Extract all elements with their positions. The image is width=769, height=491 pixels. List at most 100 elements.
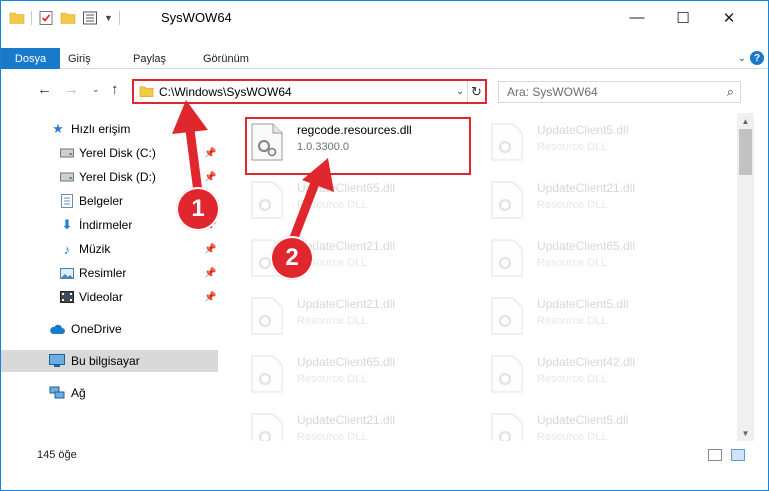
file-name: UpdateClient42.dll [537,355,636,369]
file-item[interactable]: UpdateClient21.dll Resource DLL [245,291,475,341]
close-button[interactable]: ✕ [706,1,752,34]
sidebar-item-label: Ağ [71,386,86,400]
pin-icon: 📌 [204,147,217,159]
file-item[interactable]: UpdateClient5.dll Resource DLL [485,407,715,441]
recent-locations-chevron-icon[interactable]: ⌄ [92,84,100,95]
tab-view[interactable]: Görünüm [203,48,249,69]
video-icon [59,289,75,305]
scroll-up-arrow-icon[interactable]: ▲ [737,113,754,129]
dll-file-icon [491,181,523,219]
file-type: Resource DLL [537,257,608,269]
sidebar-item-quick-access[interactable]: ★ Hızlı erişim [1,118,218,140]
address-path[interactable]: C:\Windows\SysWOW64 [159,85,292,99]
file-type: Resource DLL [537,431,608,441]
forward-arrow-icon[interactable]: → [64,81,79,98]
up-arrow-icon[interactable]: ↑ [111,81,119,98]
refresh-icon[interactable]: ↻ [467,81,485,102]
pin-icon: 📌 [204,171,217,183]
dll-file-icon [251,297,283,335]
sidebar-item-local-disk-d[interactable]: Yerel Disk (D:) 📌 [1,166,218,188]
vertical-scrollbar[interactable]: ▲ ▼ [737,113,754,441]
file-name: UpdateClient65.dll [297,355,396,369]
star-icon: ★ [52,121,64,136]
search-icon[interactable]: ⌕ [727,84,734,100]
tab-home[interactable]: Giriş [68,48,91,69]
sidebar-item-local-disk-c[interactable]: Yerel Disk (C:) 📌 [1,142,218,164]
toolbar-chevron-down-icon[interactable]: ▼ [104,13,113,23]
properties-icon[interactable] [38,10,54,26]
help-icon[interactable]: ? [750,51,764,65]
quick-access-toolbar: ▼ [9,9,120,27]
pin-icon: 📌 [204,243,217,255]
download-icon: ⬇ [61,217,73,232]
file-name: UpdateClient21.dll [297,413,396,427]
sidebar-item-this-pc[interactable]: Bu bilgisayar [1,350,218,372]
search-input[interactable] [507,85,707,99]
file-item[interactable]: UpdateClient65.dll Resource DLL [485,233,715,283]
pictures-icon [59,265,75,281]
file-name: UpdateClient65.dll [297,181,396,195]
network-icon [49,385,65,401]
expand-ribbon-chevron-icon[interactable]: ⌄ [738,53,746,64]
new-folder-icon[interactable] [60,10,76,26]
file-item[interactable]: UpdateClient42.dll Resource DLL [485,349,715,399]
cloud-icon [49,321,65,337]
scroll-down-arrow-icon[interactable]: ▼ [737,425,754,441]
file-type: Resource DLL [537,315,608,327]
dll-file-icon [491,297,523,335]
documents-icon [59,193,75,209]
scrollbar-thumb[interactable] [739,129,752,175]
search-box[interactable]: ⌕ [498,81,741,103]
toolbar-separator-2 [118,11,120,25]
file-item[interactable]: UpdateClient5.dll Resource DLL [485,291,715,341]
sidebar-item-music[interactable]: ♪ Müzik 📌 [1,238,218,260]
address-dropdown-chevron-icon[interactable]: ⌄ [456,86,464,97]
sidebar-item-network[interactable]: Ağ [1,382,218,404]
explorer-window: ▼ SysWOW64 — ☐ ✕ Dosya Giriş Paylaş Görü… [0,0,769,491]
customize-view-icon[interactable] [82,10,98,26]
computer-icon [49,353,65,369]
back-arrow-icon[interactable]: ← [37,81,52,98]
dll-file-icon [491,413,523,441]
address-folder-icon [139,86,154,97]
navigation-pane: ★ Hızlı erişim Yerel Disk (C:) 📌 Yerel D… [1,113,221,441]
dll-file-icon [491,239,523,277]
file-item[interactable]: UpdateClient65.dll Resource DLL [245,349,475,399]
sidebar-item-pictures[interactable]: Resimler 📌 [1,262,218,284]
file-item[interactable]: UpdateClient21.dll Resource DLL [245,407,475,441]
tab-share[interactable]: Paylaş [133,48,166,69]
file-type: Resource DLL [537,199,608,211]
file-type: Resource DLL [297,315,368,327]
dll-file-icon [251,413,283,441]
dll-file-icon [251,181,283,219]
sidebar-item-label: Videolar [79,290,123,304]
status-bar: 145 öğe [1,441,768,471]
file-type: Resource DLL [297,199,368,211]
file-name: UpdateClient21.dll [537,181,636,195]
sidebar-item-videos[interactable]: Videolar 📌 [1,286,218,308]
sidebar-item-onedrive[interactable]: OneDrive [1,318,218,340]
address-bar[interactable]: C:\Windows\SysWOW64 ⌄ ↻ [132,79,487,104]
drive-icon [59,145,75,161]
minimize-button[interactable]: — [614,1,660,34]
file-name: UpdateClient5.dll [537,297,629,311]
pin-icon: 📌 [204,267,217,279]
sidebar-item-label: Yerel Disk (D:) [79,170,156,184]
file-item[interactable]: UpdateClient21.dll Resource DLL [485,175,715,225]
step-1-badge: 1 [176,187,220,231]
file-name: UpdateClient65.dll [537,239,636,253]
dll-file-icon [491,123,523,161]
file-item[interactable]: UpdateClient5.dll Resource DLL [485,117,715,167]
file-type: Resource DLL [297,373,368,385]
file-item[interactable]: UpdateClient65.dll Resource DLL [245,175,475,225]
tab-file[interactable]: Dosya [1,48,60,69]
details-view-icon[interactable] [708,449,722,461]
music-icon: ♪ [63,241,71,257]
maximize-button[interactable]: ☐ [660,1,706,34]
dll-file-icon [251,355,283,393]
sidebar-item-label: Bu bilgisayar [71,354,140,368]
large-icons-view-icon[interactable] [731,449,745,461]
file-name: UpdateClient21.dll [297,297,396,311]
title-bar: ▼ SysWOW64 — ☐ ✕ [1,1,768,35]
dll-file-icon [491,355,523,393]
